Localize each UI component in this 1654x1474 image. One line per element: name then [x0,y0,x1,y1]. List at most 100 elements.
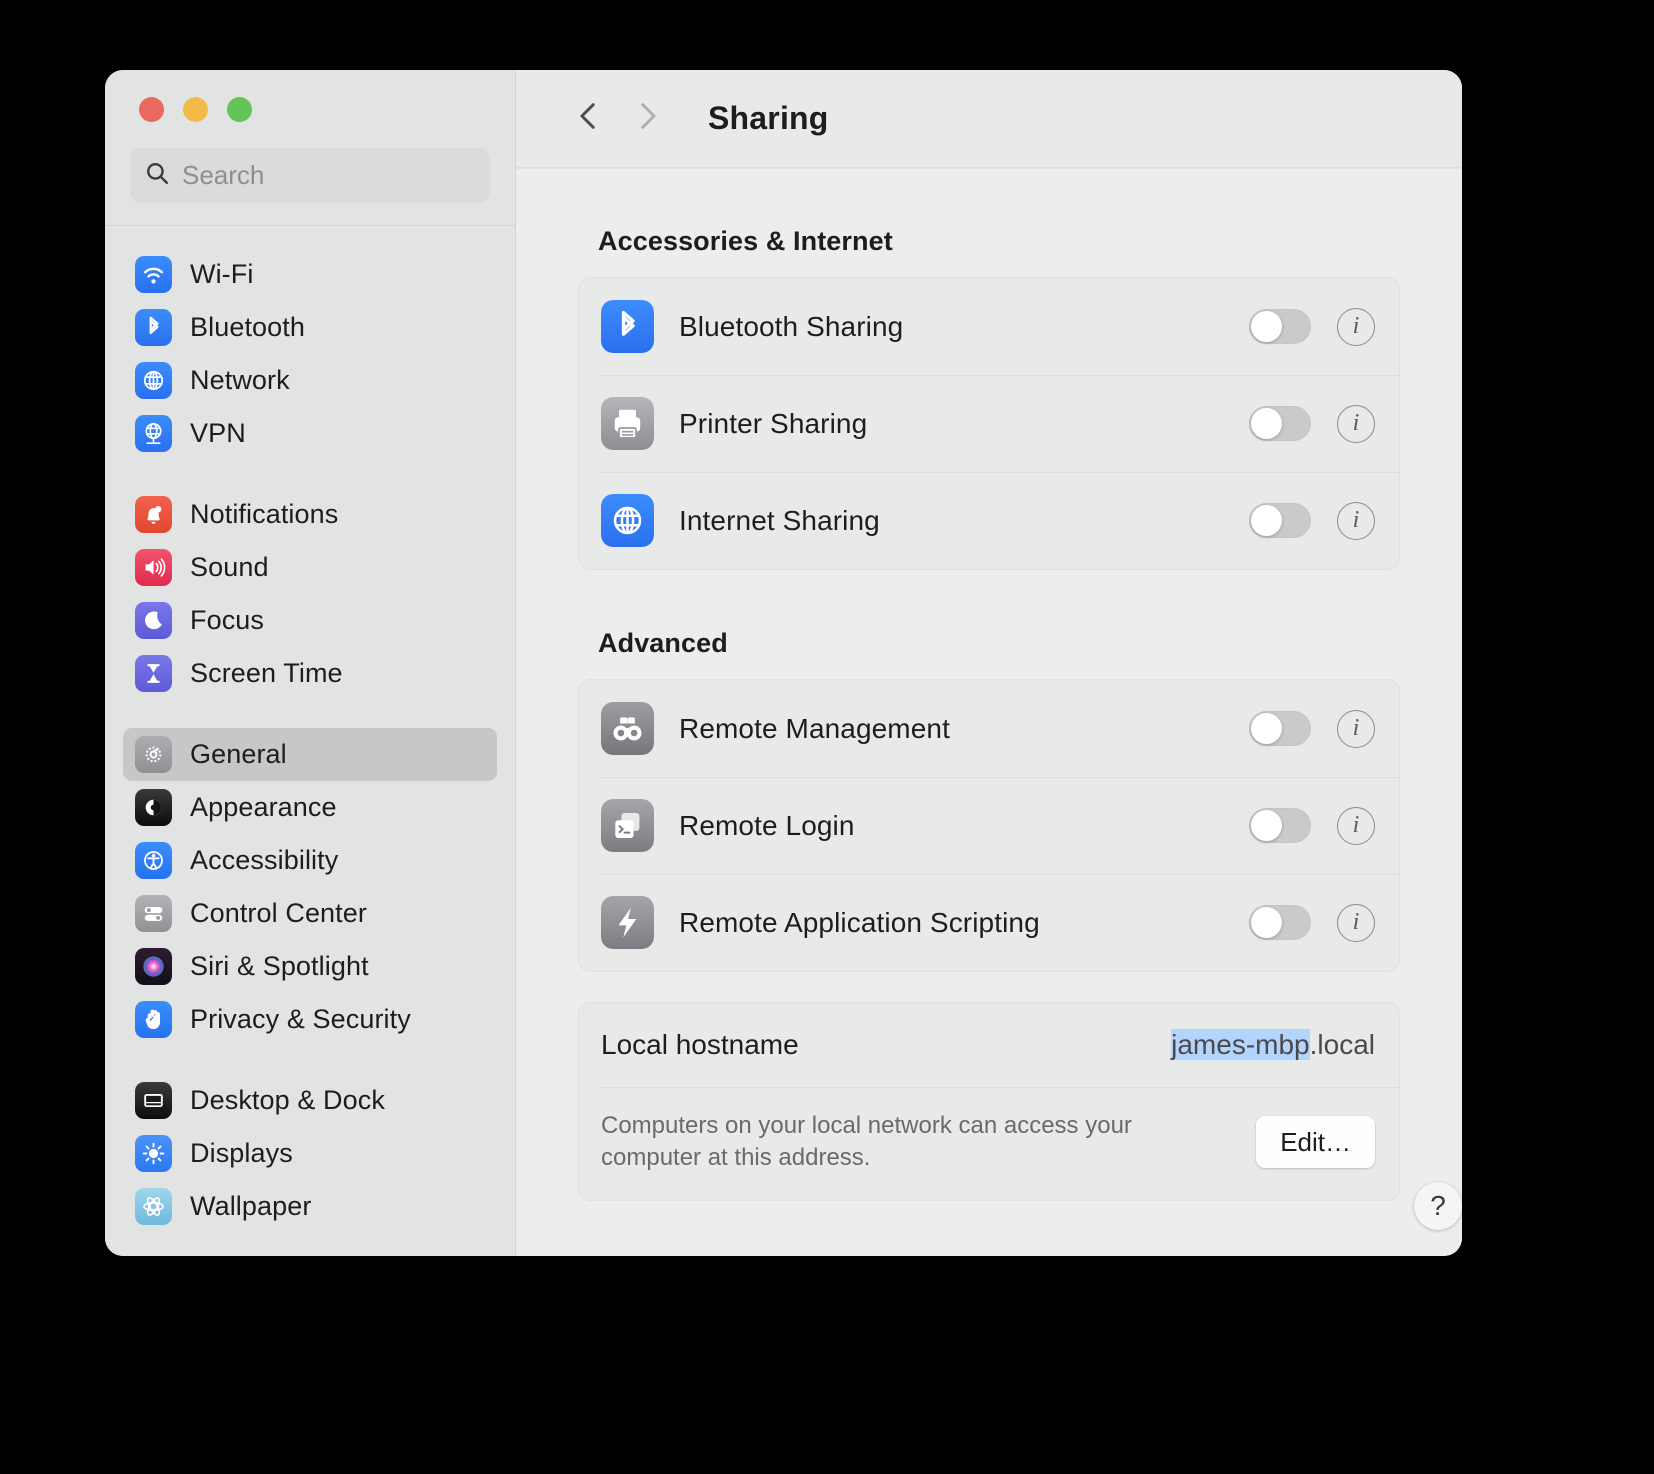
minimize-button[interactable] [183,96,208,122]
toggle-remote-login[interactable] [1249,808,1311,843]
sidebar-item-notifications[interactable]: Notifications [123,488,497,541]
maximize-button[interactable] [227,96,252,122]
toggle-remote-management[interactable] [1249,711,1311,746]
sidebar-item-label: Screen Time [190,658,343,688]
forward-button[interactable] [618,90,676,148]
control-center-icon [135,895,172,932]
hourglass-icon [135,655,172,692]
toolbar: Sharing [516,70,1462,168]
toggle-printer-sharing[interactable] [1249,406,1311,441]
bluetooth-icon [601,300,654,353]
hostname-description-row: Computers on your local network can acce… [579,1088,1399,1200]
toggle-internet-sharing[interactable] [1249,503,1311,538]
info-icon: i [1352,410,1360,436]
local-hostname-row: Local hostname james-mbp.local [579,1003,1399,1087]
sidebar-item-vpn[interactable]: VPN [123,407,497,460]
sidebar: Wi-Fi Bluetooth Network VPN Notifications Sou… [105,70,516,1256]
brightness-icon [135,1135,172,1172]
window-controls [105,70,515,148]
toggle-knob [1251,311,1282,342]
sidebar-item-wi-fi[interactable]: Wi-Fi [123,248,497,301]
gear-icon [135,736,172,773]
siri-icon [135,948,172,985]
sidebar-item-wallpaper[interactable]: Wallpaper [123,1180,497,1233]
close-button[interactable] [139,96,164,122]
info-button-remote-application-scripting[interactable]: i [1337,903,1375,942]
accessibility-icon [135,842,172,879]
hand-icon [135,1001,172,1038]
sidebar-item-focus[interactable]: Focus [123,594,497,647]
sidebar-item-sound[interactable]: Sound [123,541,497,594]
sidebar-item-desktop-dock[interactable]: Desktop & Dock [123,1074,497,1127]
help-button[interactable]: ? [1414,1182,1462,1230]
sidebar-item-appearance[interactable]: Appearance [123,781,497,834]
sidebar-item-label: General [190,739,287,769]
bell-icon [135,496,172,533]
sidebar-item-accessibility[interactable]: Accessibility [123,834,497,887]
sidebar-item-displays[interactable]: Displays [123,1127,497,1180]
sidebar-item-control-center[interactable]: Control Center [123,887,497,940]
scroll-edge [516,168,1462,169]
main-panel: Sharing Accessories & Internet Bluetooth … [516,70,1462,1256]
chevron-left-icon [572,99,606,138]
sidebar-item-label: Sound [190,552,269,582]
hostname-description: Computers on your local network can acce… [601,1112,1132,1172]
sidebar-item-label: Siri & Spotlight [190,951,369,981]
question-mark-icon: ? [1430,1190,1446,1221]
setting-row-remote-application-scripting: Remote Application Scripting i [579,874,1399,971]
sidebar-item-label: Notifications [190,499,339,529]
info-icon: i [1352,507,1360,533]
back-button[interactable] [560,90,618,148]
local-hostname-suffix-text: .local [1309,1029,1375,1060]
info-button-internet-sharing[interactable]: i [1337,501,1375,540]
system-settings-window: Wi-Fi Bluetooth Network VPN Notifications Sou… [105,70,1462,1256]
info-icon: i [1352,313,1360,339]
terminal-icon [601,799,654,852]
toggle-remote-application-scripting[interactable] [1249,905,1311,940]
setting-row-remote-login: Remote Login i [579,777,1399,874]
toggle-bluetooth-sharing[interactable] [1249,309,1311,344]
toggle-knob [1251,907,1282,938]
sidebar-item-label: Appearance [190,792,337,822]
sidebar-item-siri-spotlight[interactable]: Siri & Spotlight [123,940,497,993]
sidebar-item-label: Network [190,365,290,395]
search-icon [144,160,170,191]
wifi-icon [135,256,172,293]
sidebar-item-general[interactable]: General [123,728,497,781]
local-hostname-value[interactable]: james-mbp.local [1171,1029,1375,1061]
toggle-knob [1251,713,1282,744]
info-button-remote-management[interactable]: i [1337,709,1375,748]
script-icon [601,896,654,949]
info-button-bluetooth-sharing[interactable]: i [1337,307,1375,346]
section-card-1: Remote Management i Remote Login i Remote Ap… [578,679,1400,972]
setting-row-internet-sharing: Internet Sharing i [579,472,1399,569]
chevron-right-icon [630,99,664,138]
speaker-icon [135,549,172,586]
search-box[interactable] [130,148,490,203]
wallpaper-icon [135,1188,172,1225]
sidebar-item-screen-time[interactable]: Screen Time [123,647,497,700]
globe-icon [601,494,654,547]
setting-row-bluetooth-sharing: Bluetooth Sharing i [579,278,1399,375]
info-button-remote-login[interactable]: i [1337,806,1375,845]
setting-row-printer-sharing: Printer Sharing i [579,375,1399,472]
sidebar-list[interactable]: Wi-Fi Bluetooth Network VPN Notifications Sou… [105,226,515,1256]
sidebar-group-1: Notifications Sound Focus Screen Time [123,488,497,700]
sidebar-item-label: Accessibility [190,845,339,875]
info-button-printer-sharing[interactable]: i [1337,404,1375,443]
setting-label: Remote Management [679,712,950,744]
edit-hostname-button[interactable]: Edit… [1256,1116,1375,1169]
binoculars-icon [601,702,654,755]
toggle-knob [1251,810,1282,841]
settings-content[interactable]: Accessories & Internet Bluetooth Sharing i… [516,168,1462,1256]
search-input[interactable] [182,160,476,191]
sidebar-item-network[interactable]: Network [123,354,497,407]
sidebar-item-bluetooth[interactable]: Bluetooth [123,301,497,354]
section-title-accessories-internet: Accessories & Internet [598,226,893,256]
setting-label: Remote Application Scripting [679,906,1040,938]
sidebar-item-privacy-security[interactable]: Privacy & Security [123,993,497,1046]
search-container [105,148,515,225]
sidebar-item-label: Privacy & Security [190,1004,411,1034]
local-hostname-card: Local hostname james-mbp.local Computers… [578,1002,1400,1202]
sections-container: Accessories & Internet Bluetooth Sharing i… [578,226,1400,972]
